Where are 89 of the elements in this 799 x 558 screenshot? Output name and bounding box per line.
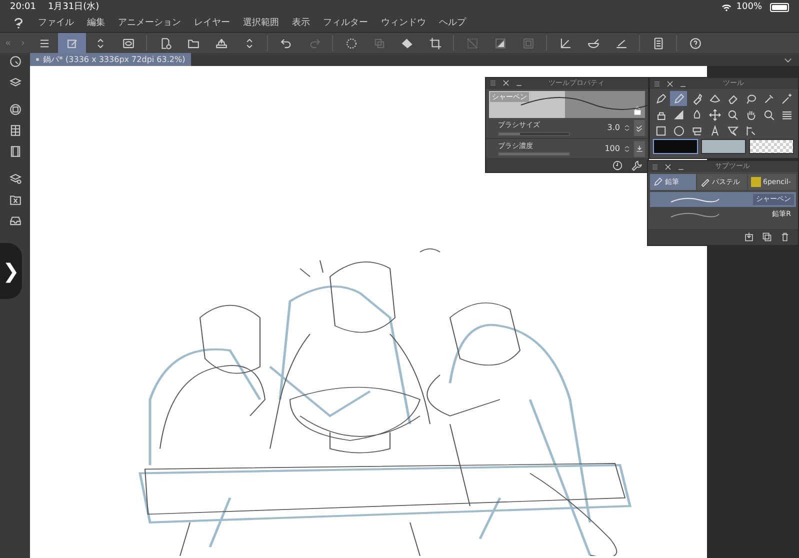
layers-copy-icon — [372, 36, 386, 50]
menu-item[interactable]: 選択範囲 — [243, 16, 279, 30]
half-square-icon — [494, 36, 506, 50]
property-value: 3.0 — [607, 122, 620, 134]
menu-item[interactable]: ヘルプ — [439, 16, 466, 30]
date-text: 1月31日(水) — [48, 0, 100, 14]
magic-wand-icon — [781, 92, 794, 104]
close-icon[interactable] — [502, 79, 510, 88]
search-zoom-icon[interactable] — [8, 55, 22, 68]
close-icon[interactable] — [664, 162, 672, 170]
lines-icon — [781, 108, 794, 120]
redo-icon — [308, 36, 320, 50]
move-arrows-icon — [708, 108, 721, 120]
crop-frame-icon — [428, 36, 442, 50]
search-icon — [763, 108, 776, 120]
menu-item[interactable]: フィルター — [323, 16, 368, 30]
double-check-icon — [635, 124, 644, 133]
canvas[interactable] — [30, 66, 707, 558]
menu-item[interactable]: 編集 — [87, 16, 105, 30]
layers-icon[interactable] — [8, 76, 22, 89]
pencil-icon — [653, 177, 663, 187]
unlock-icon[interactable] — [633, 106, 642, 116]
sub-color-swatch[interactable] — [701, 139, 746, 154]
inbox-icon[interactable] — [8, 214, 22, 227]
eye-frame-icon — [122, 36, 134, 50]
marker-icon — [690, 92, 703, 104]
brush-stroke-preview — [670, 210, 720, 218]
clock-time: 20:01 — [10, 0, 36, 14]
undo-icon — [280, 36, 292, 50]
up-down-chevron-icon[interactable] — [623, 144, 631, 153]
trash-icon[interactable] — [780, 232, 790, 242]
grip-icon[interactable] — [653, 80, 661, 88]
close-icon[interactable] — [666, 80, 674, 88]
app-logo-icon — [12, 17, 25, 30]
main-color-swatch[interactable] — [653, 139, 698, 154]
ruler-angle-icon — [558, 36, 572, 50]
dotted-circle-icon — [344, 36, 358, 50]
slashed-square-icon — [466, 36, 478, 50]
double-check-button[interactable] — [634, 120, 645, 136]
panel-toggle-handle[interactable]: ❯ — [0, 243, 22, 299]
document-tab[interactable]: 鍋パ* (3336 x 3336px 72dpi 63.2%) — [30, 53, 192, 66]
square-icon — [522, 36, 534, 50]
menu-item[interactable]: ウィンドウ — [381, 16, 426, 30]
menu-icon — [38, 36, 50, 50]
transparent-color-swatch[interactable] — [749, 139, 794, 154]
brush-stroke-preview — [670, 196, 720, 204]
slider-track[interactable] — [498, 132, 570, 136]
eraser-icon — [727, 92, 740, 104]
x-folder-icon[interactable] — [8, 193, 22, 206]
pastel-stick-icon — [700, 177, 710, 187]
download-button[interactable] — [634, 140, 645, 157]
menu-item[interactable]: レイヤー — [194, 16, 230, 30]
pen-nib-icon — [654, 92, 667, 104]
property-value: 100 — [604, 142, 620, 155]
lasso-icon — [745, 92, 758, 104]
wifi-icon — [721, 2, 732, 13]
layers-gear-icon[interactable] — [8, 172, 22, 185]
up-down-chevron-icon[interactable] — [623, 124, 631, 132]
menu-item[interactable]: 表示 — [292, 16, 310, 30]
grip-icon[interactable] — [489, 79, 497, 88]
battery-icon — [770, 3, 789, 12]
eyedropper-icon — [763, 92, 776, 104]
pencil-tool[interactable] — [670, 91, 688, 106]
circle-icon — [672, 124, 685, 136]
battery-percent: 100% — [736, 0, 762, 14]
grip-icon[interactable] — [651, 162, 659, 170]
menu-item[interactable]: アニメーション — [118, 16, 181, 30]
tray-upload-icon — [214, 36, 228, 50]
grid-panel-icon[interactable] — [8, 124, 22, 137]
menu-item[interactable]: ファイル — [38, 16, 74, 30]
pen-square-icon — [66, 36, 78, 50]
import-icon[interactable] — [744, 232, 754, 242]
film-strip-icon[interactable] — [8, 145, 22, 158]
help-bubble-icon — [688, 36, 702, 50]
hand-icon — [745, 108, 758, 120]
duplicate-icon[interactable] — [762, 232, 772, 242]
gradient-triangle-icon — [672, 108, 685, 120]
document-icon — [652, 36, 664, 50]
wrench-icon[interactable] — [631, 160, 642, 171]
folder-icon — [186, 36, 200, 50]
brush-bowl-icon — [586, 36, 600, 50]
fill-bucket-icon — [400, 36, 414, 50]
pen-square-button[interactable] — [58, 33, 86, 53]
download-icon — [635, 144, 644, 154]
text-icon — [708, 124, 721, 136]
clock-reset-icon[interactable] — [612, 160, 623, 171]
new-page-icon — [158, 36, 172, 50]
pencil-icon — [672, 92, 685, 104]
number-tile-icon — [751, 177, 761, 187]
